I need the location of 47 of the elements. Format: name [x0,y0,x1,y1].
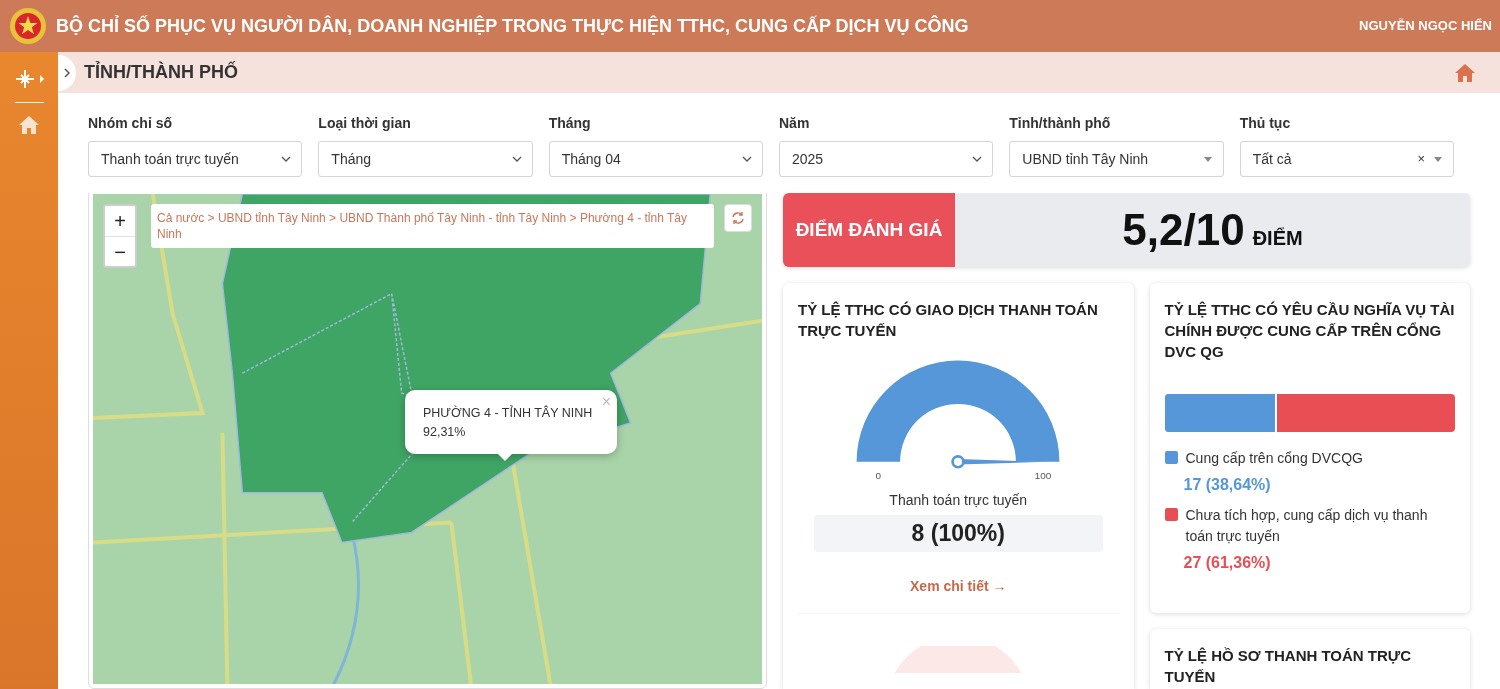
chevron-down-icon [281,155,292,163]
chevron-down-icon [742,155,752,163]
card-title: TỶ LỆ TTHC CÓ GIAO DỊCH THANH TOÁN TRỰC TUYẾN [798,300,1099,341]
score-value: 5,2/10 [1122,204,1245,256]
caret-down-icon [1202,155,1213,163]
gauge-value: 8 (100%) [814,514,1103,552]
score-label: ĐIỂM ĐÁNH GIÁ [783,193,955,267]
clear-button[interactable]: × [1417,149,1425,169]
field-label: Tỉnh/thành phố [1009,114,1112,133]
caret-down-icon [1432,155,1443,163]
card-title: TỶ LỆ TTHC CÓ YÊU CẦU NGHĨA VỤ TÀI CHÍNH ĐƯỢC CUNG CẤP TRÊN CỔNG DVC QG [1164,300,1455,362]
legend-value: 17 (38,64%) [1183,475,1272,495]
field-label: Tháng [548,114,592,133]
legend-label: Cung cấp trên cổng DVCQG [1185,449,1363,468]
expand-button[interactable] [58,54,76,91]
emblem-icon [8,6,48,46]
view-details-link[interactable]: Xem chi tiết → [910,575,1007,597]
refresh-button[interactable] [724,204,752,232]
field-label: Thủ tục [1239,114,1292,133]
zoom-out-button[interactable]: − [105,236,135,266]
field-label: Loại thời gian [318,114,412,133]
select-field[interactable]: Tất cả × [1239,141,1454,177]
legend-value: 27 (61,36%) [1183,553,1272,573]
select-field[interactable]: 2025 [779,141,994,177]
gauge-max-label: 100 [1035,470,1052,481]
popup-value: 92,31% [423,423,467,441]
home-icon[interactable] [1454,62,1476,83]
select-field[interactable]: Tháng 04 [548,141,763,177]
popup-title: PHƯỜNG 4 - TỈNH TÂY NINH [423,404,594,422]
select-field[interactable]: UBND tỉnh Tây Ninh [1009,141,1224,177]
chevron-right-icon [64,67,70,78]
select-field[interactable]: Thanh toán trực tuyến [88,141,303,177]
field-label: Năm [779,114,811,133]
chevron-down-icon [511,155,522,163]
app-title: BỘ CHỈ SỐ PHỤC VỤ NGƯỜI DÂN, DOANH NGHIỆP TRONG THỰC HIỆN TTHC, CUNG CẤP DỊCH VỤ CÔNG [56,14,970,38]
breadcrumb[interactable]: Cả nước > UBND tỉnh Tây Ninh > UBND Thành phố Tây Ninh - tỉnh Tây Ninh > Phường 4 - tỉnh Tây Ninh [151,204,714,249]
field-label: Nhóm chỉ số [88,114,173,133]
select-field[interactable]: Tháng [318,141,533,177]
home-icon[interactable] [18,115,40,135]
chevron-down-icon [972,155,983,163]
gauge-caption: Thanh toán trực tuyến [889,490,1028,510]
refresh-icon [731,211,745,225]
gauge-min-label: 0 [875,470,882,481]
card-title: TỶ LỆ HỒ SƠ THANH TOÁN TRỰC TUYẾN [1164,646,1413,687]
score-unit: ĐIỂM [1252,226,1303,251]
legend-label: Chưa tích hợp, cung cấp dịch vụ thanh toán trực tuyến [1185,506,1429,546]
page-title: TỈNH/THÀNH PHỐ [84,60,239,84]
